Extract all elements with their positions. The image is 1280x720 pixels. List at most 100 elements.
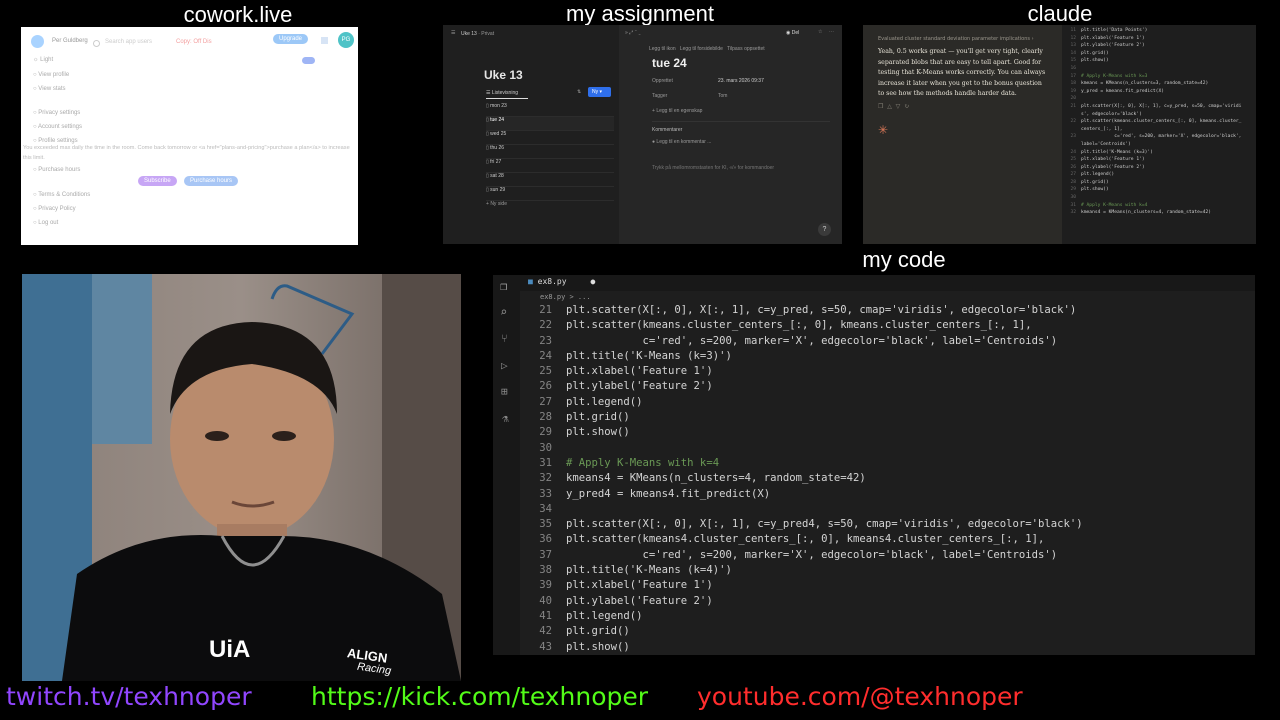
run-debug-icon[interactable]: ▷ <box>501 359 508 372</box>
menu-item-light[interactable]: ☼ Light <box>33 57 53 63</box>
menu-label: Account settings <box>37 124 82 130</box>
more-icon[interactable]: ⋯ <box>829 29 834 35</box>
code-line[interactable]: 30 <box>520 441 1255 456</box>
list-item[interactable]: ▯ sat 28 <box>486 173 614 187</box>
line-number: 36 <box>539 533 552 546</box>
thumbs-up-icon[interactable]: △ <box>885 103 892 110</box>
code-line[interactable]: 34 <box>520 502 1255 517</box>
grid-icon[interactable] <box>321 37 328 44</box>
artifact-code-line: 30 <box>1062 194 1256 202</box>
view-label: Listevisning <box>491 90 519 96</box>
code-line[interactable]: 38 plt.title('K-Means (k=4)') <box>520 563 1255 578</box>
artifact-code-line: 18 kmeans = KMeans(n_clusters=3, random_s… <box>1062 80 1256 88</box>
avatar[interactable]: PG <box>338 32 354 48</box>
label-code: my code <box>862 247 946 272</box>
comment-input[interactable]: ● Legg til en kommentar ... <box>652 139 711 145</box>
menu-item-terms[interactable]: ○ Terms & Conditions <box>33 192 90 198</box>
chevron-down-icon[interactable]: ⌄ <box>638 30 640 36</box>
add-icon-button[interactable]: Legg til ikon <box>649 46 676 52</box>
thinking-header-text: Evaluated cluster standard deviation par… <box>878 36 1030 42</box>
menu-item-account-settings[interactable]: ○ Account settings <box>33 124 82 130</box>
property-tags[interactable]: Tagger Tom <box>652 93 832 99</box>
code-line[interactable]: 42 plt.grid() <box>520 624 1255 639</box>
tab-ex8[interactable]: ■ ex8.py ● <box>528 277 595 286</box>
menu-item-view-profile[interactable]: ○ View profile <box>33 72 69 78</box>
code-line[interactable]: 21 plt.scatter(X[:, 0], X[:, 1], c=y_pred… <box>520 303 1255 318</box>
breadcrumb-item[interactable]: Uke 13 <box>461 31 477 37</box>
artifact-code-line: 27 plt.legend() <box>1062 171 1256 179</box>
day-label: fri 27 <box>490 159 502 165</box>
menu-icon[interactable]: ☰ <box>451 30 455 36</box>
list-item[interactable]: ▯ sun 29 <box>486 187 614 201</box>
menu-item-privacy-settings[interactable]: ○ Privacy settings <box>33 110 80 116</box>
page-title[interactable]: tue 24 <box>652 56 687 70</box>
menu-item-purchase-hours[interactable]: ○ Purchase hours <box>33 167 80 173</box>
code-line[interactable]: 31 # Apply K-Means with k=4 <box>520 456 1255 471</box>
code-line[interactable]: 23 c='red', s=200, marker='X', edgecolor… <box>520 334 1255 349</box>
code-line[interactable]: 40 plt.ylabel('Feature 2') <box>520 594 1255 609</box>
search-icon[interactable]: ⌕ <box>500 305 507 319</box>
list-item[interactable]: ▯ wed 25 <box>486 131 614 145</box>
copy-icon[interactable]: ❐ <box>878 103 883 110</box>
breadcrumb-item[interactable]: Privat <box>481 31 494 37</box>
expand-icon[interactable]: ⤢ <box>629 30 633 36</box>
code-line[interactable]: 36 plt.scatter(kmeans4.cluster_centers_[:… <box>520 532 1255 547</box>
line-number: 22 <box>539 319 552 332</box>
code-line[interactable]: 28 plt.grid() <box>520 410 1255 425</box>
code-line[interactable]: 26 plt.ylabel('Feature 2') <box>520 379 1255 394</box>
code-line[interactable]: 29 plt.show() <box>520 425 1255 440</box>
retry-icon[interactable]: ↻ <box>902 103 909 110</box>
menu-item-view-stats[interactable]: ○ View stats <box>33 86 66 92</box>
chevron-up-icon[interactable]: ⌃ <box>635 30 637 36</box>
new-button[interactable]: Ny ▾ <box>588 87 611 97</box>
unsaved-dot-icon[interactable]: ● <box>591 277 596 286</box>
day-label: tue 24 <box>490 117 505 123</box>
code-line[interactable]: 27 plt.legend() <box>520 395 1255 410</box>
add-property-button[interactable]: + Legg til en egenskap <box>652 108 702 114</box>
claude-logo-icon: ✳ <box>878 123 889 137</box>
list-item[interactable]: ▯ tue 24 <box>486 117 614 131</box>
star-icon[interactable]: ☆ <box>818 29 822 35</box>
help-icon[interactable]: ? <box>818 223 831 236</box>
code-line[interactable]: 39 plt.xlabel('Feature 1') <box>520 578 1255 593</box>
source-control-icon[interactable]: ⑂ <box>501 332 508 345</box>
code-line[interactable]: 33 y_pred4 = kmeans4.fit_predict(X) <box>520 487 1255 502</box>
subscribe-button[interactable]: Subscribe <box>138 176 177 186</box>
label-assignment: my assignment <box>566 1 714 26</box>
new-page-row[interactable]: + Ny side <box>486 201 614 214</box>
list-item[interactable]: ▯ fri 27 <box>486 159 614 173</box>
menu-item-logout[interactable]: ○ Log out <box>33 220 58 226</box>
cowork-search-input[interactable]: Search app users <box>105 39 152 45</box>
list-item[interactable]: ▯ mon 23 <box>486 103 614 117</box>
filter-icon[interactable]: ⇅ <box>577 89 581 95</box>
customize-layout-button[interactable]: Tilpass oppsettet <box>727 46 765 52</box>
thinking-header[interactable]: Evaluated cluster standard deviation par… <box>878 36 1034 42</box>
upgrade-button[interactable]: Upgrade <box>273 34 309 44</box>
line-number: 32 <box>539 472 552 485</box>
purchase-hours-button[interactable]: Purchase hours <box>184 176 239 186</box>
theme-toggle[interactable] <box>302 57 315 64</box>
share-button[interactable]: ◉ Del <box>786 30 799 36</box>
explorer-icon[interactable]: ❐ <box>500 279 507 293</box>
editor-hint[interactable]: Trykk på mellomromstasten for KI, «/» fo… <box>652 165 774 171</box>
view-tab-list[interactable]: ☰ Listevisning <box>486 90 518 96</box>
add-cover-button[interactable]: Legg til forsidebilde <box>680 46 723 52</box>
code-line[interactable]: 41 plt.legend() <box>520 609 1255 624</box>
testing-icon[interactable]: ⚗ <box>502 412 509 425</box>
code-line[interactable]: 43 plt.show() <box>520 640 1255 655</box>
code-line[interactable]: 35 plt.scatter(X[:, 0], X[:, 1], c=y_pred… <box>520 517 1255 532</box>
code-line[interactable]: 25 plt.xlabel('Feature 1') <box>520 364 1255 379</box>
code-line[interactable]: 37 c='red', s=200, marker='X', edgecolor… <box>520 548 1255 563</box>
close-peek-icon[interactable]: » <box>625 30 628 36</box>
thumbs-down-icon[interactable]: ▽ <box>894 103 901 110</box>
kick-link[interactable]: https://kick.com/texhnoper <box>311 682 648 711</box>
list-item[interactable]: ▯ thu 26 <box>486 145 614 159</box>
code-line[interactable]: 22 plt.scatter(kmeans.cluster_centers_[:,… <box>520 318 1255 333</box>
twitch-link[interactable]: twitch.tv/texhnoper <box>6 682 252 711</box>
menu-item-privacy-policy[interactable]: ○ Privacy Policy <box>33 206 76 212</box>
youtube-link[interactable]: youtube.com/@texhnoper <box>697 682 1023 711</box>
code-line[interactable]: 24 plt.title('K-Means (k=3)') <box>520 349 1255 364</box>
extensions-icon[interactable]: ⊞ <box>501 385 508 398</box>
code-text: plt.xlabel('Feature 1') <box>566 365 713 378</box>
code-line[interactable]: 32 kmeans4 = KMeans(n_clusters=4, random_… <box>520 471 1255 486</box>
